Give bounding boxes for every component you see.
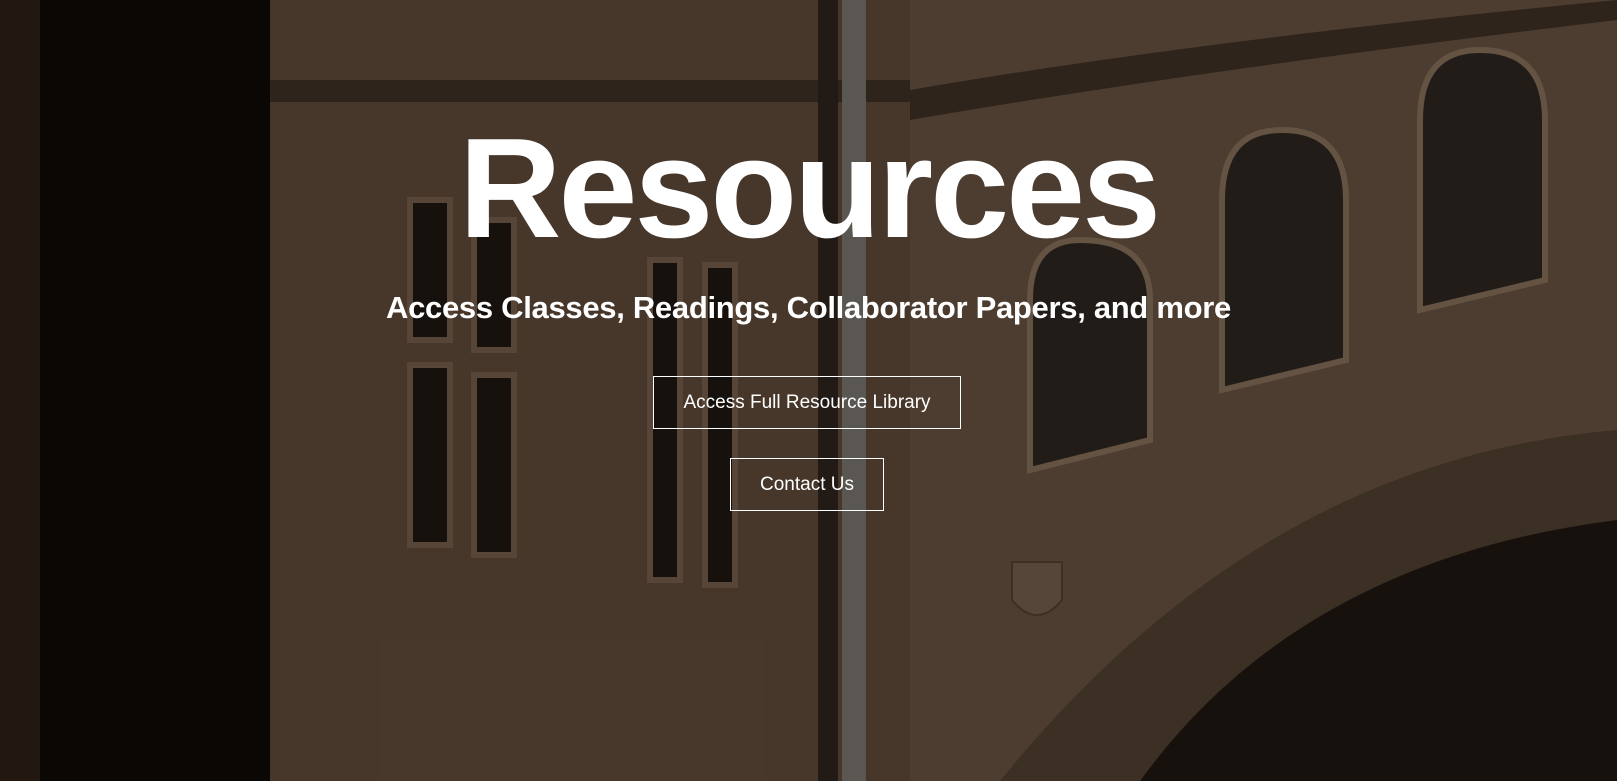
contact-us-button[interactable]: Contact Us xyxy=(730,458,884,511)
access-resource-library-button[interactable]: Access Full Resource Library xyxy=(653,376,961,429)
hero-section: Resources Access Classes, Readings, Coll… xyxy=(0,0,1617,781)
hero-content: Resources Access Classes, Readings, Coll… xyxy=(0,0,1617,781)
page-title: Resources xyxy=(458,109,1161,268)
page-subtitle: Access Classes, Readings, Collaborator P… xyxy=(386,290,1231,325)
